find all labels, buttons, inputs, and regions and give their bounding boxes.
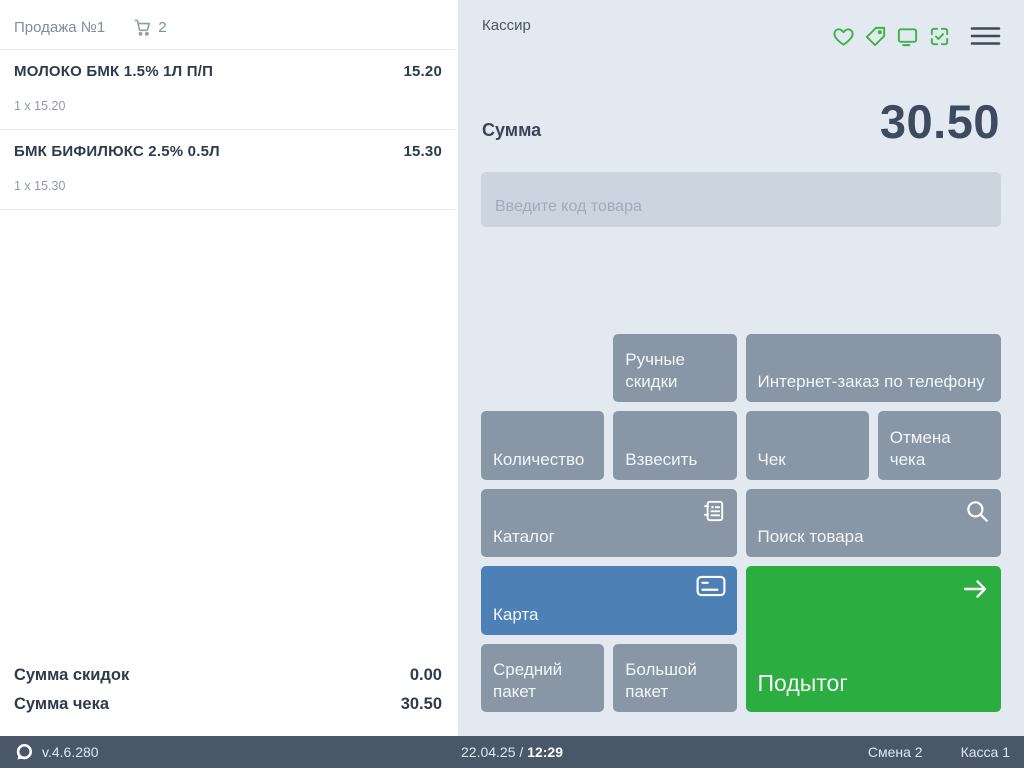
sum-label: Сумма: [482, 120, 541, 141]
receipt-total-row: Сумма чека 30.50: [14, 695, 442, 714]
discount-total-row: Сумма скидок 0.00: [14, 666, 442, 685]
button-label: Отмена чека: [890, 427, 989, 471]
sale-item-row[interactable]: МОЛОКО БМК 1.5% 1Л П/П 15.20 1 x 15.20: [0, 50, 458, 130]
cancel-receipt-button[interactable]: Отмена чека: [878, 411, 1001, 479]
version-block: v.4.6.280: [14, 742, 99, 762]
cart-counter: 2: [133, 18, 166, 37]
medium-bag-button[interactable]: Средний пакет: [481, 644, 604, 712]
datetime-separator: /: [519, 744, 523, 760]
time-label: 12:29: [527, 744, 563, 760]
large-bag-button[interactable]: Большой пакет: [613, 644, 736, 712]
app-logo-icon: [14, 742, 34, 762]
subtotal-button[interactable]: Подытог: [746, 566, 1002, 712]
button-label: Подытог: [758, 669, 848, 699]
arrow-right-icon: [960, 575, 990, 603]
top-icon-bar: [832, 24, 1001, 48]
button-label: Количество: [493, 449, 584, 471]
quantity-button[interactable]: Количество: [481, 411, 604, 479]
manual-discounts-button[interactable]: Ручные скидки: [613, 334, 736, 402]
internet-order-button[interactable]: Интернет-заказ по телефону: [746, 334, 1002, 402]
receipt-total-label: Сумма чека: [14, 695, 109, 714]
sale-header: Продажа №1 2: [0, 0, 458, 50]
button-label: Взвесить: [625, 449, 697, 471]
search-icon: [964, 498, 990, 524]
discount-total-label: Сумма скидок: [14, 666, 129, 685]
product-search-button[interactable]: Поиск товара: [746, 489, 1002, 557]
catalog-icon: [700, 498, 726, 524]
item-qty-line: 1 x 15.30: [14, 179, 442, 193]
tag-icon[interactable]: [864, 25, 887, 48]
item-qty-line: 1 x 15.20: [14, 99, 442, 113]
button-label: Средний пакет: [493, 659, 592, 703]
register-label[interactable]: Касса 1: [961, 744, 1010, 760]
heart-icon[interactable]: [832, 25, 855, 48]
datetime: 22.04.25 / 12:29: [461, 744, 563, 760]
monitor-icon[interactable]: [896, 25, 919, 48]
empty-cell: [481, 334, 604, 402]
button-label: Ручные скидки: [625, 349, 724, 393]
card-button[interactable]: Карта: [481, 566, 737, 634]
menu-icon[interactable]: [970, 24, 1001, 48]
sale-title: Продажа №1: [14, 19, 105, 36]
scan-check-icon[interactable]: [928, 25, 951, 48]
catalog-button[interactable]: Каталог: [481, 489, 737, 557]
keypad-grid: Ручные скидки Интернет-заказ по телефону…: [481, 334, 1001, 712]
button-label: Карта: [493, 604, 539, 626]
discount-total-value: 0.00: [410, 666, 442, 685]
item-price: 15.20: [403, 63, 442, 80]
receipt-total-value: 30.50: [401, 695, 442, 714]
button-label: Большой пакет: [625, 659, 724, 703]
cart-icon: [133, 18, 152, 37]
product-code-input[interactable]: [481, 172, 1001, 227]
button-label: Поиск товара: [758, 526, 864, 548]
sale-item-row[interactable]: БМК БИФИЛЮКС 2.5% 0.5Л 15.30 1 x 15.30: [0, 130, 458, 210]
button-label: Каталог: [493, 526, 555, 548]
weigh-button[interactable]: Взвесить: [613, 411, 736, 479]
cashier-label: Кассир: [482, 17, 531, 34]
cart-count: 2: [158, 19, 166, 36]
button-label: Чек: [758, 449, 786, 471]
sum-value: 30.50: [880, 94, 1000, 149]
item-name: МОЛОКО БМК 1.5% 1Л П/П: [14, 63, 213, 80]
button-label: Интернет-заказ по телефону: [758, 371, 985, 393]
sale-panel: Продажа №1 2 МОЛОКО БМК 1.5% 1Л П/П 15.2…: [0, 0, 458, 736]
item-price: 15.30: [403, 143, 442, 160]
totals-block: Сумма скидок 0.00 Сумма чека 30.50: [14, 666, 442, 724]
receipt-button[interactable]: Чек: [746, 411, 869, 479]
date-label: 22.04.25: [461, 744, 516, 760]
item-name: БМК БИФИЛЮКС 2.5% 0.5Л: [14, 143, 220, 160]
status-bar: v.4.6.280 22.04.25 / 12:29 Смена 2 Касса…: [0, 736, 1024, 768]
cashier-panel: Кассир: [458, 0, 1024, 736]
shift-label[interactable]: Смена 2: [868, 744, 923, 760]
app-version: v.4.6.280: [42, 744, 99, 760]
card-icon: [696, 575, 726, 597]
